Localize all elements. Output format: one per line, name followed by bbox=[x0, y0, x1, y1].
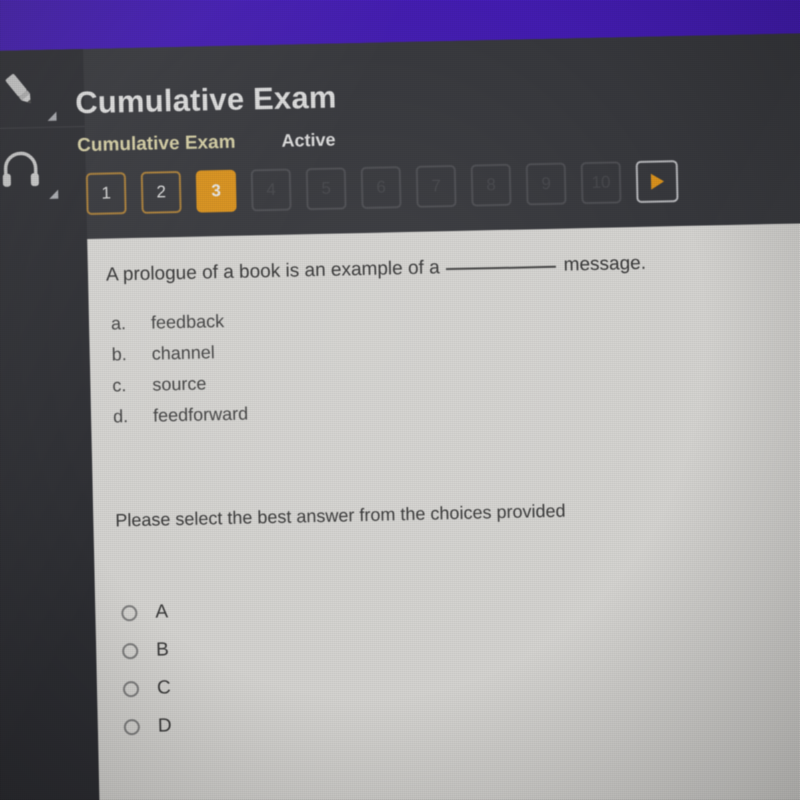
question-number-label: 6 bbox=[376, 177, 387, 197]
rail-corner-marker bbox=[47, 111, 57, 121]
radio-option-C[interactable]: C bbox=[122, 669, 172, 708]
radio-button-C[interactable] bbox=[122, 680, 140, 698]
answer-choice-letter: c. bbox=[112, 375, 127, 396]
question-number-9: 9 bbox=[525, 162, 567, 206]
question-number-4: 4 bbox=[250, 168, 292, 212]
radio-button-A[interactable] bbox=[121, 604, 138, 622]
radio-label: A bbox=[155, 601, 169, 623]
answer-choices-list: a. feedback b. channel c. source d. feedforward bbox=[111, 299, 534, 432]
radio-button-B[interactable] bbox=[122, 642, 139, 660]
question-number-label: 1 bbox=[101, 183, 112, 203]
question-panel: A prologue of a book is an example of a m… bbox=[87, 222, 800, 800]
question-number-label: 8 bbox=[486, 175, 497, 195]
radio-label: D bbox=[157, 715, 172, 737]
page-title: Cumulative Exam bbox=[74, 79, 337, 121]
next-question-button[interactable] bbox=[635, 160, 679, 204]
question-number-label: 4 bbox=[266, 179, 277, 200]
question-number-10: 10 bbox=[580, 161, 622, 205]
answer-choice-letter: d. bbox=[112, 406, 129, 427]
question-number-label: 10 bbox=[591, 172, 611, 192]
radio-option-D[interactable]: D bbox=[123, 707, 172, 746]
question-number-1[interactable]: 1 bbox=[85, 172, 127, 216]
photographed-screen: Cumulative Exam Cumulative Exam Active 1… bbox=[0, 0, 800, 800]
screen-surface: Cumulative Exam Cumulative Exam Active 1… bbox=[0, 0, 800, 800]
rail-corner-marker bbox=[49, 189, 59, 199]
headphones-icon bbox=[0, 144, 44, 189]
radio-label: B bbox=[155, 639, 170, 661]
question-number-label: 3 bbox=[211, 181, 222, 201]
rail-item-highlighter[interactable] bbox=[0, 49, 85, 129]
question-number-2[interactable]: 2 bbox=[140, 170, 182, 214]
question-stem-suffix: message. bbox=[563, 252, 647, 276]
answer-choice-text: feedback bbox=[150, 311, 225, 333]
answer-choice-text: source bbox=[152, 373, 207, 395]
instruction-text: Please select the best answer from the c… bbox=[115, 500, 566, 531]
next-arrow-icon bbox=[650, 173, 664, 190]
fill-in-blank bbox=[445, 265, 556, 271]
question-number-label: 7 bbox=[431, 176, 442, 196]
question-number-label: 5 bbox=[321, 178, 332, 198]
question-number-7: 7 bbox=[415, 164, 457, 208]
answer-radio-group[interactable]: ABCD bbox=[121, 593, 172, 746]
radio-option-A[interactable]: A bbox=[121, 593, 170, 632]
answer-choice-letter: a. bbox=[110, 313, 127, 334]
question-number-8: 8 bbox=[470, 163, 512, 207]
answer-choice-letter: b. bbox=[111, 344, 127, 365]
question-number-5: 5 bbox=[305, 167, 347, 211]
radio-option-B[interactable]: B bbox=[122, 631, 171, 670]
answer-choice-text: feedforward bbox=[152, 403, 249, 426]
exam-name-label: Cumulative Exam bbox=[76, 131, 236, 157]
question-stem-prefix: A prologue of a book is an example of a bbox=[105, 257, 440, 286]
rail-item-headphones[interactable] bbox=[0, 126, 87, 207]
radio-label: C bbox=[156, 677, 171, 699]
answer-choice-text: channel bbox=[151, 342, 215, 364]
question-number-3[interactable]: 3 bbox=[195, 169, 237, 213]
question-stem: A prologue of a book is an example of a m… bbox=[106, 253, 647, 287]
pencil-highlighter-icon bbox=[0, 66, 41, 111]
question-number-label: 2 bbox=[156, 182, 167, 202]
question-number-6: 6 bbox=[360, 166, 402, 210]
status-badge: Active bbox=[281, 129, 336, 151]
radio-button-D[interactable] bbox=[123, 718, 141, 736]
question-number-label: 9 bbox=[541, 173, 552, 194]
